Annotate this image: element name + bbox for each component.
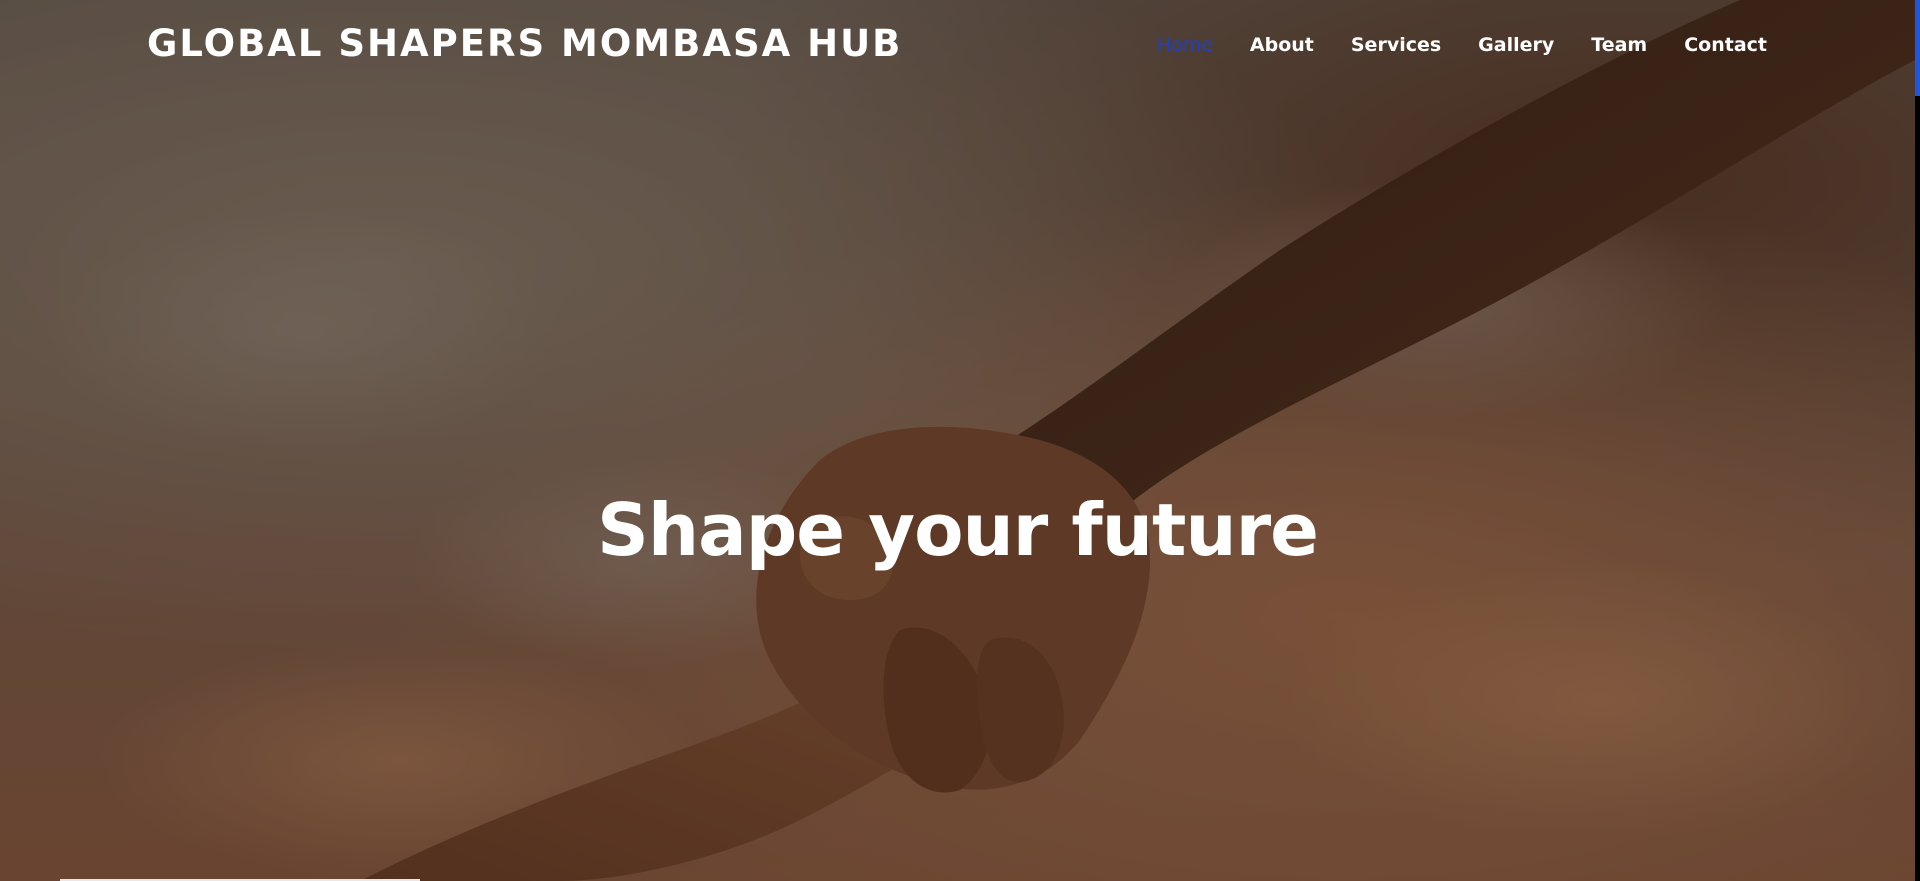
- nav-link-home[interactable]: Home: [1157, 34, 1213, 56]
- page-viewport: Shape your future GLOBAL SHAPERS MOMBASA…: [0, 0, 1920, 881]
- page-scrollbar[interactable]: [1915, 0, 1920, 881]
- nav-link-team[interactable]: Team: [1591, 34, 1647, 56]
- scrollbar-thumb[interactable]: [1915, 0, 1920, 96]
- hero-dark-overlay: [0, 0, 1915, 881]
- site-logo[interactable]: GLOBAL SHAPERS MOMBASA HUB: [147, 22, 902, 65]
- nav-link-services[interactable]: Services: [1351, 34, 1441, 56]
- nav-link-gallery[interactable]: Gallery: [1478, 34, 1554, 56]
- hero-title: Shape your future: [597, 488, 1319, 573]
- hero-section: Shape your future: [0, 0, 1915, 881]
- nav-link-contact[interactable]: Contact: [1684, 34, 1767, 56]
- top-navbar: GLOBAL SHAPERS MOMBASA HUB Home About Se…: [0, 0, 1915, 92]
- main-nav: Home About Services Gallery Team Contact: [1120, 34, 1767, 56]
- nav-link-about[interactable]: About: [1250, 34, 1314, 56]
